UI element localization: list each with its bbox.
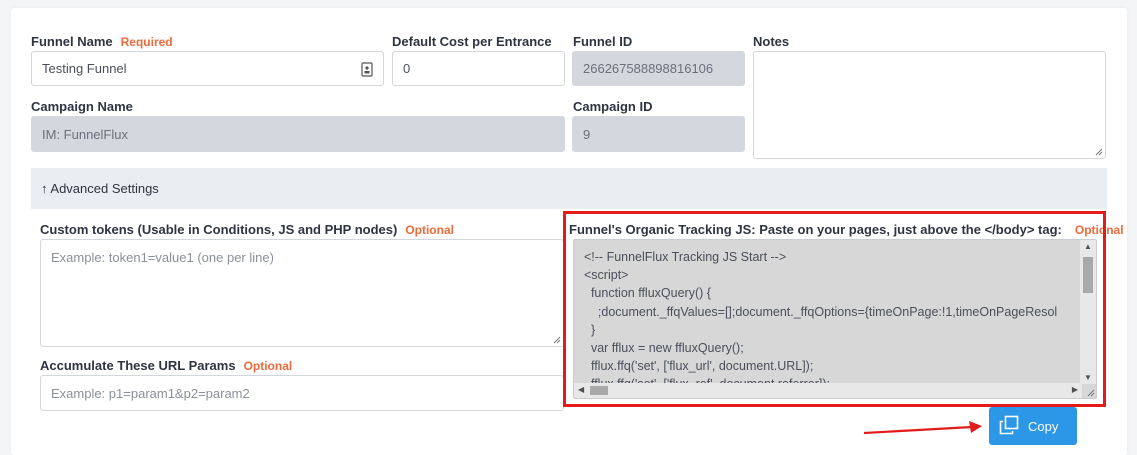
campaign-id-value: 9 — [583, 126, 591, 142]
url-params-placeholder: Example: p1=param1&p2=param2 — [51, 385, 250, 401]
default-cost-value: 0 — [403, 61, 411, 76]
advanced-settings-toggle[interactable]: ↑ Advanced Settings — [31, 168, 1107, 209]
notes-textarea[interactable] — [753, 51, 1106, 159]
notes-label: Notes — [753, 34, 790, 49]
custom-tokens-placeholder: Example: token1=value1 (one per line) — [51, 250, 274, 265]
copy-icon — [999, 415, 1019, 438]
funnel-name-value: Testing Funnel — [42, 61, 127, 76]
default-cost-input[interactable]: 0 — [392, 51, 565, 86]
annotation-arrow-icon — [863, 421, 982, 435]
contact-card-icon — [361, 62, 373, 80]
funnel-id-field: 266267588898816106 — [572, 51, 745, 86]
required-badge: Required — [120, 35, 173, 49]
campaign-name-value: IM: FunnelFlux — [42, 126, 128, 142]
optional-badge: Optional — [405, 223, 454, 237]
copy-button-label: Copy — [1028, 418, 1059, 434]
campaign-name-field: IM: FunnelFlux — [31, 116, 565, 152]
highlight-box — [563, 211, 1106, 407]
advanced-settings-label: ↑ Advanced Settings — [41, 181, 159, 196]
custom-tokens-label: Custom tokens (Usable in Conditions, JS … — [40, 222, 454, 237]
funnel-id-label: Funnel ID — [573, 34, 633, 49]
funnel-name-label: Funnel Name Required — [31, 34, 173, 49]
funnel-name-input[interactable]: Testing Funnel — [31, 51, 384, 86]
custom-tokens-textarea[interactable]: Example: token1=value1 (one per line) — [40, 239, 564, 347]
campaign-name-label: Campaign Name — [31, 99, 133, 114]
resize-handle-icon[interactable] — [553, 336, 561, 344]
resize-handle-icon[interactable] — [1095, 148, 1103, 156]
campaign-id-label: Campaign ID — [573, 99, 653, 114]
url-params-label: Accumulate These URL Params Optional — [40, 358, 293, 373]
campaign-id-field: 9 — [572, 116, 745, 152]
copy-button[interactable]: Copy — [989, 407, 1077, 445]
default-cost-label: Default Cost per Entrance — [392, 34, 552, 49]
url-params-input[interactable]: Example: p1=param1&p2=param2 — [40, 375, 564, 411]
optional-badge: Optional — [243, 359, 293, 373]
funnel-id-value: 266267588898816106 — [583, 61, 714, 76]
